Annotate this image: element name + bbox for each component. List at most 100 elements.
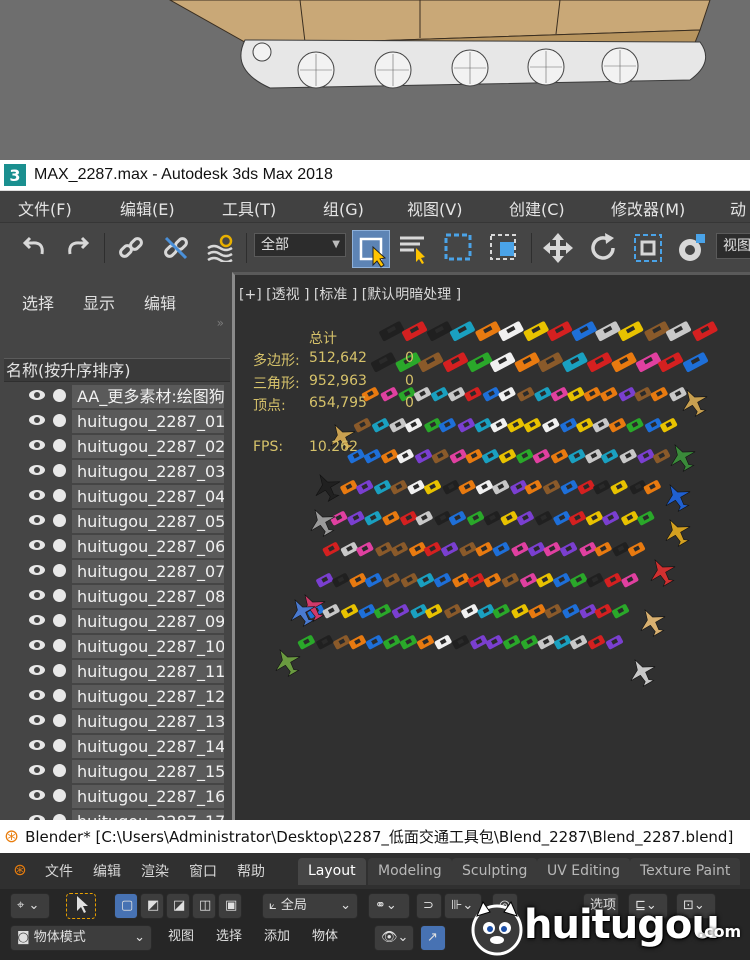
visibility-eye-icon[interactable] [28,488,46,502]
freeze-toggle-icon[interactable] [53,639,66,652]
freeze-toggle-icon[interactable] [53,389,66,402]
tab-select[interactable]: 选择 [22,290,54,314]
menu-views[interactable]: 视图(V) [407,196,462,220]
visibility-eye-icon[interactable] [28,413,46,427]
object-name[interactable]: huitugou_2287_09 [72,610,224,633]
freeze-toggle-icon[interactable] [53,514,66,527]
select-object-button[interactable] [352,230,390,268]
visibility-eye-icon[interactable] [28,713,46,727]
blender-menu-icon[interactable]: ⊛ [8,857,32,883]
explorer-row[interactable]: huitugou_2287_05 [0,509,232,534]
object-name[interactable]: huitugou_2287_11 [72,660,224,683]
visibility-eye-icon[interactable] [28,538,46,552]
menu-help[interactable]: 帮助 [237,861,265,881]
freeze-toggle-icon[interactable] [53,539,66,552]
visibility-eye-icon[interactable] [28,738,46,752]
freeze-toggle-icon[interactable] [53,664,66,677]
explorer-row[interactable]: huitugou_2287_03 [0,459,232,484]
freeze-toggle-icon[interactable] [53,489,66,502]
unlink-icon[interactable] [160,232,192,264]
expand-more-icon[interactable]: » [217,316,224,330]
freeze-toggle-icon[interactable] [53,789,66,802]
menu-edit[interactable]: 编辑 [93,861,121,881]
visibility-eye-icon[interactable] [28,563,46,577]
visibility-eye-icon[interactable] [28,588,46,602]
explorer-row[interactable]: huitugou_2287_06 [0,534,232,559]
visibility-eye-icon[interactable] [28,438,46,452]
menu-object[interactable]: 物体 [306,925,344,951]
gizmo-toggle-icon[interactable]: ↗ [420,925,446,951]
select-tool-button[interactable] [66,893,96,919]
explorer-row[interactable]: huitugou_2287_15 [0,759,232,784]
freeze-toggle-icon[interactable] [53,589,66,602]
explorer-row[interactable]: huitugou_2287_12 [0,684,232,709]
object-name[interactable]: huitugou_2287_03 [72,460,224,483]
object-name[interactable]: huitugou_2287_01 [72,410,224,433]
object-name[interactable]: huitugou_2287_13 [72,710,224,733]
freeze-toggle-icon[interactable] [53,714,66,727]
object-name[interactable]: AA_更多素材:绘图狗 [72,385,224,408]
freeze-toggle-icon[interactable] [53,689,66,702]
select-mode-invert-button[interactable]: ◫ [192,893,216,919]
undo-icon[interactable] [18,232,50,264]
explorer-row[interactable]: huitugou_2287_13 [0,709,232,734]
tab-uv-editing[interactable]: UV Editing [537,858,631,885]
visibility-eye-icon[interactable] [28,663,46,677]
menu-edit[interactable]: 编辑(E) [120,196,175,220]
object-name[interactable]: huitugou_2287_15 [72,760,224,783]
object-name[interactable]: huitugou_2287_12 [72,685,224,708]
object-name[interactable]: huitugou_2287_17 [72,810,224,820]
object-name[interactable]: huitugou_2287_07 [72,560,224,583]
menu-render[interactable]: 渲染 [141,861,169,881]
move-icon[interactable] [542,232,574,264]
tab-display[interactable]: 显示 [83,290,115,314]
select-mode-extend-button[interactable]: ◩ [140,893,164,919]
explorer-row[interactable]: huitugou_2287_08 [0,584,232,609]
visibility-eye-icon[interactable] [28,788,46,802]
object-name[interactable]: huitugou_2287_16 [72,785,224,808]
menu-create[interactable]: 创建(C) [509,196,565,220]
menu-file[interactable]: 文件 [45,861,73,881]
menu-animation[interactable]: 动 [730,196,746,220]
tab-edit[interactable]: 编辑 [144,290,176,314]
object-name[interactable]: huitugou_2287_10 [72,635,224,658]
tab-sculpting[interactable]: Sculpting [452,858,538,885]
explorer-row[interactable]: huitugou_2287_02 [0,434,232,459]
freeze-toggle-icon[interactable] [53,764,66,777]
object-name[interactable]: huitugou_2287_05 [72,510,224,533]
snap-icon[interactable]: ⊃ [416,893,442,919]
menu-modifiers[interactable]: 修改器(M) [611,196,685,220]
pivot-point-dropdown[interactable]: ⚭⌄ [368,893,410,919]
menu-tools[interactable]: 工具(T) [222,196,276,220]
snap-toggle-icon[interactable] [676,232,708,264]
visibility-eye-icon[interactable] [28,613,46,627]
visibility-eye-icon[interactable] [28,463,46,477]
perspective-viewport[interactable]: [+] [透视 ] [标准 ] [默认明暗处理 ] 总计 多边形: 512,64… [232,272,750,820]
menu-select[interactable]: 选择 [210,925,248,951]
visibility-dropdown[interactable]: 👁⌄ [374,925,414,951]
select-by-name-icon[interactable] [398,232,430,264]
object-name[interactable]: huitugou_2287_04 [72,485,224,508]
scale-icon[interactable] [632,232,664,264]
interaction-mode-dropdown[interactable]: ◙ 物体模式 ⌄ [10,925,152,951]
selection-filter-dropdown[interactable]: 全部 ▼ [254,233,346,257]
explorer-row[interactable]: huitugou_2287_16 [0,784,232,809]
menu-file[interactable]: 文件(F) [18,196,72,220]
freeze-toggle-icon[interactable] [53,564,66,577]
visibility-eye-icon[interactable] [28,813,46,820]
reference-coordinate-dropdown[interactable]: 视图 [716,233,750,259]
select-mode-subtract-button[interactable]: ◪ [166,893,190,919]
explorer-row[interactable]: huitugou_2287_10 [0,634,232,659]
explorer-row[interactable]: AA_更多素材:绘图狗 [0,384,232,409]
object-name[interactable]: huitugou_2287_02 [72,435,224,458]
visibility-eye-icon[interactable] [28,763,46,777]
tab-modeling[interactable]: Modeling [368,858,452,885]
tab-texture-paint[interactable]: Texture Paint [630,858,741,885]
transform-orientation-dropdown[interactable]: ⟀ 全局 ⌄ [262,893,358,919]
rectangular-selection-icon[interactable] [443,232,475,264]
freeze-toggle-icon[interactable] [53,464,66,477]
explorer-row[interactable]: huitugou_2287_17 [0,809,232,820]
visibility-eye-icon[interactable] [28,513,46,527]
explorer-row[interactable]: huitugou_2287_11 [0,659,232,684]
redo-icon[interactable] [62,232,94,264]
